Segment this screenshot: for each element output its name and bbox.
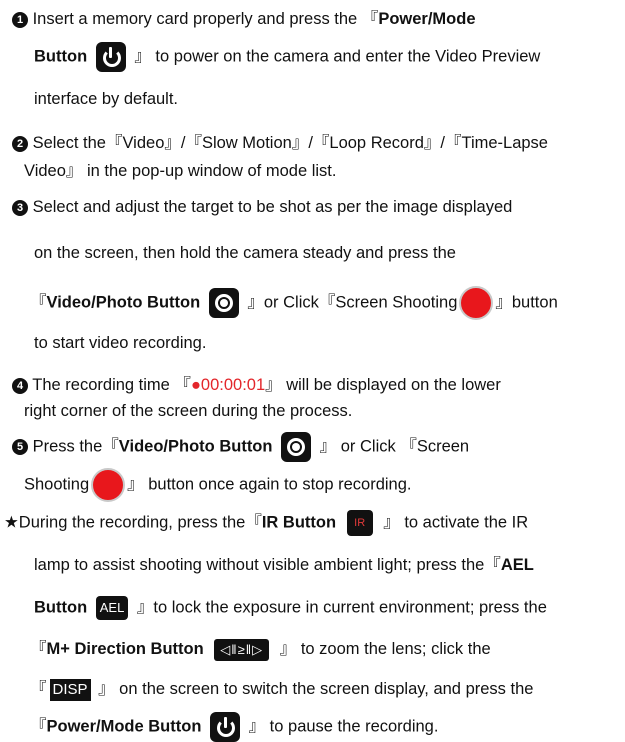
- recording-time: ●00:00:01: [190, 376, 266, 394]
- m-direction-icon: ◁‖≥‖▷: [214, 638, 270, 661]
- power-mode-label: Power/Mode: [378, 10, 476, 28]
- video-photo-label: Video/Photo Button: [46, 293, 201, 312]
- note-line2: lamp to assist shooting without visible …: [34, 556, 534, 574]
- power-mode-label-2: Power/Mode Button: [46, 717, 202, 736]
- step3-line2: on the screen, then hold the camera stea…: [34, 244, 456, 262]
- disp-icon: DISP: [49, 678, 91, 701]
- ael-icon: AEL: [95, 596, 129, 620]
- step3-line4: to start video recording.: [34, 334, 207, 352]
- step1-line2: Button 』 to power on the camera and ente…: [34, 42, 540, 72]
- step2-line1: 2 Select the『Video』/『Slow Motion』/『Loop …: [12, 132, 548, 154]
- record-icon: [208, 288, 239, 318]
- step1-line1: 1 Insert a memory card properly and pres…: [12, 8, 476, 30]
- step4-line1: 4 The recording time 『●00:00:01』 will be…: [12, 374, 501, 396]
- ir-button-label: IR Button: [261, 513, 337, 532]
- note-line1: ★During the recording, press the『IR Butt…: [4, 510, 528, 536]
- step1-line3: interface by default.: [34, 90, 179, 108]
- step5-line2: Shooting』 button once again to stop reco…: [24, 468, 412, 502]
- note-line3: Button AEL 』to lock the exposure in curr…: [34, 596, 547, 620]
- step-number-3: 3: [12, 200, 28, 216]
- step-number-2: 2: [12, 136, 28, 152]
- step-number-5: 5: [12, 439, 28, 456]
- step-number-4: 4: [12, 378, 28, 394]
- step5-line1: 5 Press the『Video/Photo Button 』 or Clic…: [12, 432, 469, 462]
- note-line5: 『DISP 』 on the screen to switch the scre…: [30, 678, 533, 701]
- step-number-1: 1: [12, 12, 28, 28]
- m-direction-label: M+ Direction Button: [46, 640, 204, 658]
- step3-line3: 『Video/Photo Button 』or Click『Screen Sho…: [30, 286, 558, 320]
- ir-icon: IR: [346, 510, 373, 536]
- note-line4: 『M+ Direction Button ◁‖≥‖▷ 』 to zoom the…: [30, 638, 491, 661]
- screen-shooting-icon: [459, 286, 494, 320]
- video-photo-label-2: Video/Photo Button: [118, 437, 273, 456]
- record-icon-2: [281, 432, 312, 462]
- step3-line1: 3 Select and adjust the target to be sho…: [12, 196, 512, 218]
- screen-shooting-icon-2: [91, 468, 126, 502]
- step2-line2: Video』 in the pop-up window of mode list…: [24, 162, 337, 180]
- step4-line2: right corner of the screen during the pr…: [24, 402, 353, 420]
- power-icon: [95, 42, 126, 72]
